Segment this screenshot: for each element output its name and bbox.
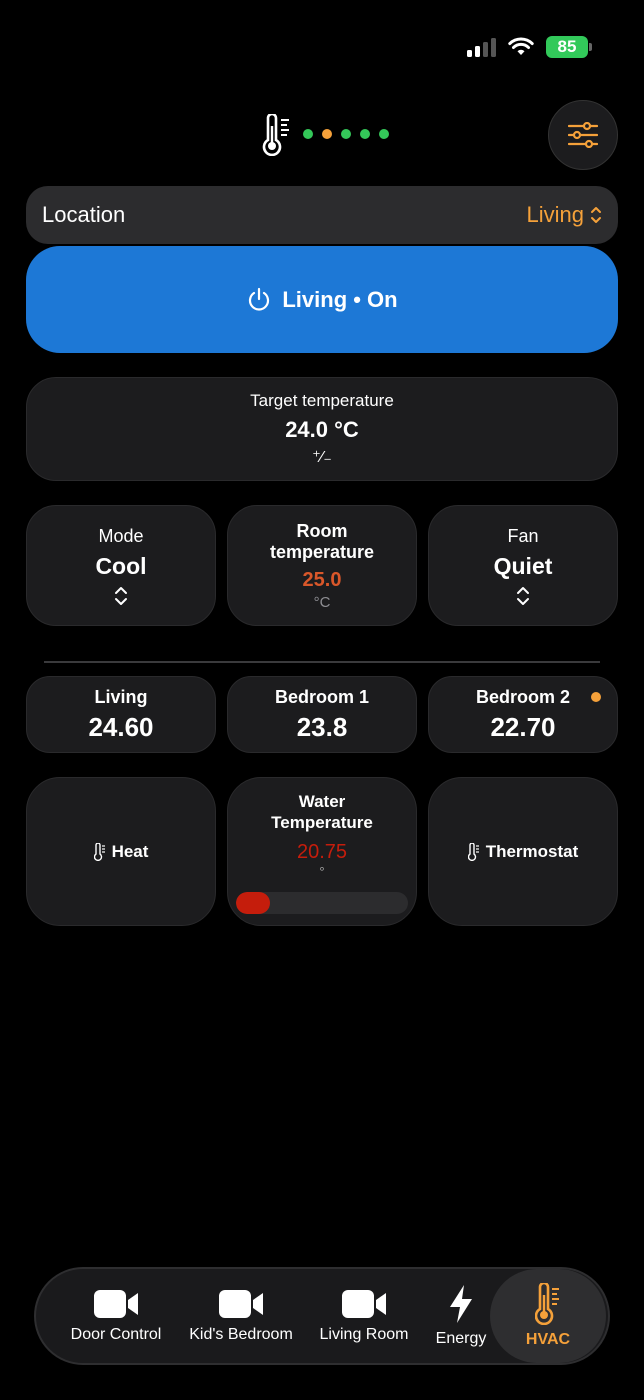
mode-card[interactable]: Mode Cool [26,505,216,626]
fan-card[interactable]: Fan Quiet [428,505,618,626]
bolt-icon [450,1285,472,1323]
sliders-icon [568,122,598,148]
status-indicators [303,129,389,139]
location-value-text: Living [526,202,584,227]
room-temperature-title-line1: Room [296,520,348,541]
thermometer-icon [535,1283,559,1325]
video-camera-icon [219,1290,263,1318]
room-temperature-value: 25.0 [302,568,342,591]
tab-label: Kid's Bedroom [189,1326,293,1343]
zone-name: Bedroom 2 [475,686,571,707]
settings-button[interactable] [548,100,618,170]
water-temperature-title-line2: Temperature [271,813,373,832]
room-temperature-title: Room temperature [270,521,374,563]
thermostat-label: Thermostat [485,841,579,861]
indicator-dot [322,129,332,139]
video-camera-icon [342,1290,386,1318]
fan-title: Fan [507,525,539,546]
indicator-dot [341,129,351,139]
location-value[interactable]: Living [527,202,602,228]
zone-card-bedroom-2[interactable]: Bedroom 2 22.70 [428,676,618,753]
thermometer-icon [262,114,289,156]
tab-label: HVAC [525,1331,571,1348]
water-temperature-value: 20.75 [296,841,348,863]
water-temperature-unit: ° [319,864,325,879]
indicator-dot [360,129,370,139]
thermometer-icon [93,842,105,861]
chevron-up-down-icon [591,207,601,223]
water-temperature-progress [236,892,408,914]
target-temperature-value: 24.0 °C [285,417,359,442]
water-temperature-title: Water Temperature [271,791,373,833]
zone-card-living[interactable]: Living 24.60 [26,676,216,753]
plus-minus-icon[interactable]: ⁺∕₋ [312,447,332,467]
zone-card-bedroom-1[interactable]: Bedroom 1 23.8 [227,676,417,753]
room-temperature-card: Room temperature 25.0 °C [227,505,417,626]
fan-value: Quiet [493,552,553,579]
water-temperature-title-line1: Water [298,792,346,811]
zone-temperature: 24.60 [88,711,154,742]
tab-door-control[interactable]: Door Control [62,1269,170,1363]
power-icon [249,287,270,311]
status-bar: 85 [467,36,592,58]
target-temperature-card[interactable]: Target temperature 24.0 °C ⁺∕₋ [26,377,618,481]
status-badge [591,692,601,702]
divider [44,661,600,663]
thermostat-button[interactable]: Thermostat [428,777,618,926]
heat-button[interactable]: Heat [26,777,216,926]
tab-kids-bedroom[interactable]: Kid's Bedroom [180,1269,302,1363]
zone-temperature: 22.70 [490,711,556,742]
video-camera-icon [94,1290,138,1318]
location-label: Location [42,202,126,227]
indicator-dot [379,129,389,139]
wifi-icon [508,37,534,55]
tab-label: Living Room [319,1326,409,1343]
target-temperature-title: Target temperature [250,391,394,410]
water-temperature-progress-fill [236,892,271,914]
mode-value: Cool [95,552,147,579]
power-toggle-button[interactable]: Living • On [26,246,618,353]
thermometer-icon [467,842,479,861]
zone-name: Bedroom 1 [274,686,370,707]
chevron-up-down-icon [517,586,529,605]
tab-label: Door Control [70,1326,162,1343]
tab-bar: Door Control Kid's Bedroom Living Room E… [34,1267,610,1365]
room-temperature-title-line2: temperature [269,541,375,562]
heat-label: Heat [111,841,149,861]
power-label: Living • On [282,286,398,312]
tab-label: Energy [435,1330,487,1347]
tab-energy[interactable]: Energy [424,1269,498,1363]
mode-title: Mode [98,525,144,546]
room-temperature-unit: °C [313,593,331,611]
chevron-up-down-icon [115,586,127,605]
indicator-dot [303,129,313,139]
location-selector[interactable]: Location Living [26,186,618,244]
cellular-signal-icon [467,37,496,57]
battery-charging-icon: 85 [546,36,592,58]
tab-hvac[interactable]: HVAC [490,1269,606,1363]
zone-temperature: 23.8 [296,711,348,742]
zone-name: Living [94,686,148,707]
tab-living-room[interactable]: Living Room [312,1269,416,1363]
